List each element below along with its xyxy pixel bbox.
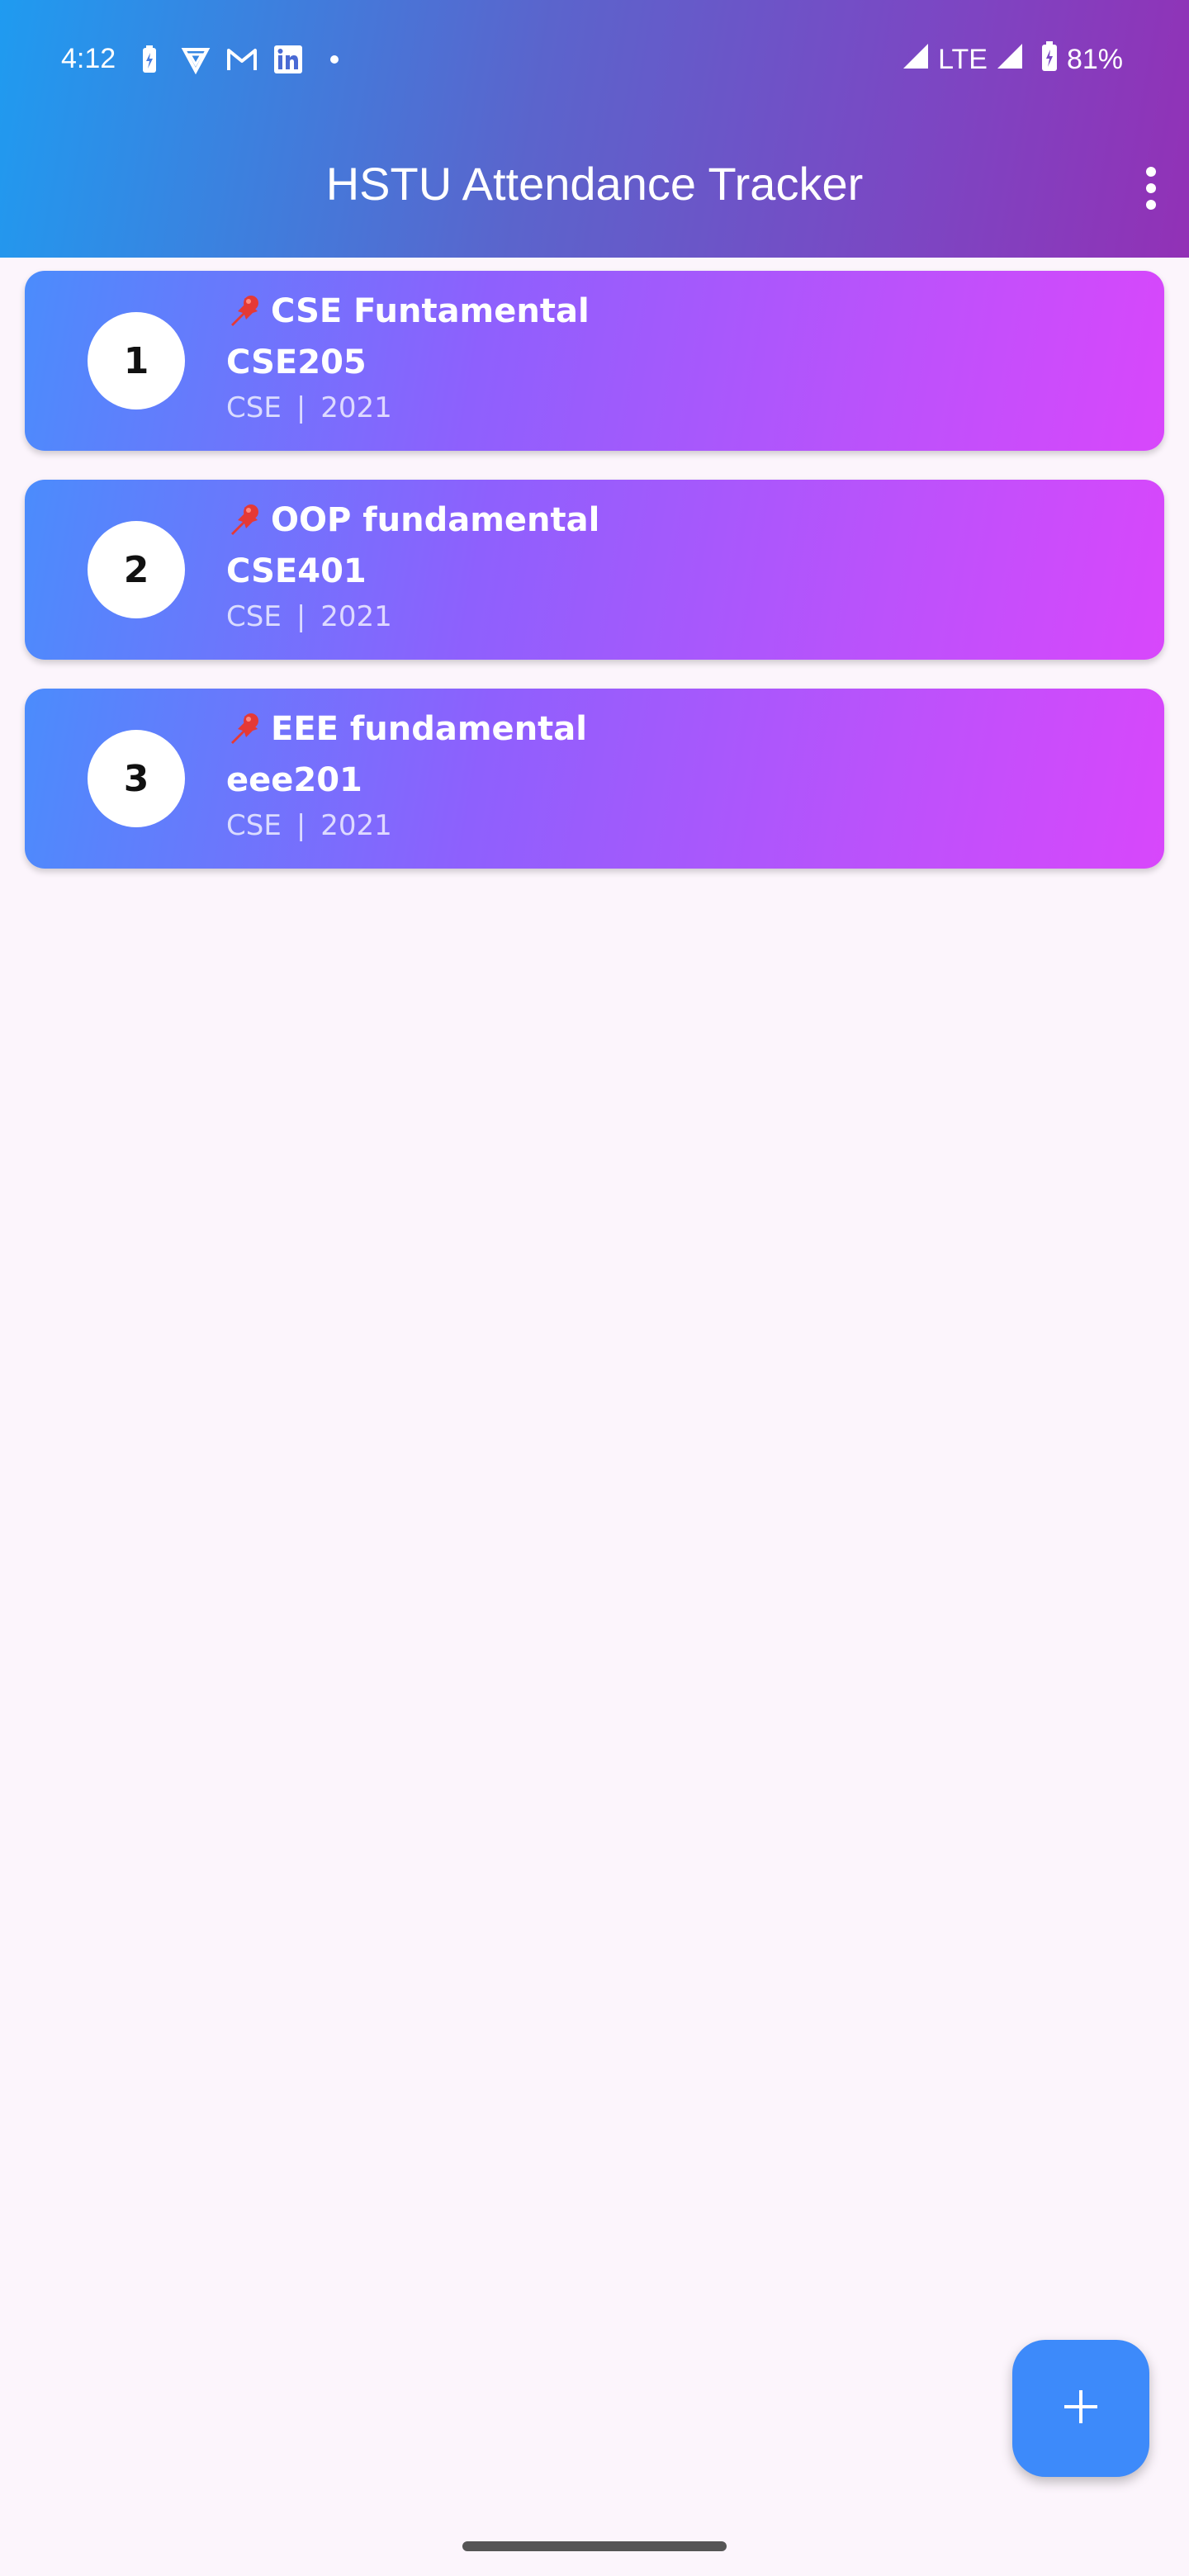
linkedin-icon <box>272 44 304 75</box>
course-meta: CSE | 2021 <box>226 809 392 842</box>
course-title: EEE fundamental <box>226 710 587 748</box>
course-title-text: CSE Funtamental <box>271 292 590 330</box>
more-vert-icon[interactable] <box>1135 162 1168 215</box>
add-course-button[interactable] <box>1012 2340 1149 2477</box>
plus-icon <box>1061 2387 1101 2430</box>
meta-separator: | <box>296 600 306 633</box>
course-meta: CSE | 2021 <box>226 391 392 424</box>
course-title-text: EEE fundamental <box>271 710 587 748</box>
course-title: CSE Funtamental <box>226 292 590 330</box>
course-year: 2021 <box>320 809 392 842</box>
pushpin-icon <box>226 293 268 329</box>
course-code: CSE401 <box>226 552 367 590</box>
gmail-icon <box>226 44 258 75</box>
battery-saver-icon <box>134 44 165 75</box>
course-card[interactable]: 3 EEE fundamental eee201 CSE | 2021 <box>25 689 1164 869</box>
pushpin-icon <box>226 711 268 747</box>
page-title: HSTU Attendance Tracker <box>325 158 864 210</box>
meta-separator: | <box>296 391 306 424</box>
signal-icon <box>902 42 930 78</box>
signal-icon <box>996 42 1024 78</box>
course-meta: CSE | 2021 <box>226 600 392 633</box>
status-time: 4:12 <box>61 43 116 74</box>
course-card[interactable]: 1 CSE Funtamental CSE205 CSE | 2021 <box>25 271 1164 451</box>
course-dept: CSE <box>226 600 282 633</box>
pushpin-icon <box>226 502 268 538</box>
meta-separator: | <box>296 809 306 842</box>
vpn-icon <box>180 44 211 75</box>
status-bar: 4:12 LTE 81% <box>0 0 1189 124</box>
battery-charging-icon <box>1040 40 1059 79</box>
course-index-badge: 3 <box>88 730 185 827</box>
course-title-text: OOP fundamental <box>271 501 600 539</box>
course-code: eee201 <box>226 761 362 799</box>
system-status: LTE 81% <box>902 40 1123 79</box>
notification-icons <box>134 41 350 78</box>
dot-icon <box>319 44 350 75</box>
course-dept: CSE <box>226 809 282 842</box>
course-title: OOP fundamental <box>226 501 599 539</box>
course-card[interactable]: 2 OOP fundamental CSE401 CSE | 2021 <box>25 480 1164 660</box>
course-index-badge: 1 <box>88 312 185 410</box>
home-indicator[interactable] <box>462 2541 727 2551</box>
course-year: 2021 <box>320 600 392 633</box>
course-year: 2021 <box>320 391 392 424</box>
course-dept: CSE <box>226 391 282 424</box>
app-header: 4:12 LTE 81% HSTU Attendance Tracker <box>0 0 1189 258</box>
course-index-badge: 2 <box>88 521 185 618</box>
network-type: LTE <box>938 43 988 75</box>
course-code: CSE205 <box>226 343 367 381</box>
battery-level: 81% <box>1066 43 1123 75</box>
